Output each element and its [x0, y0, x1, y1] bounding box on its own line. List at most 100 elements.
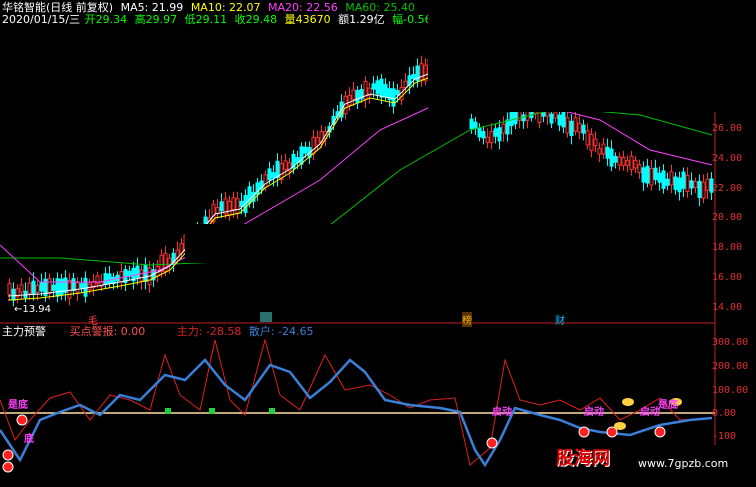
- candle-body: [617, 156, 622, 166]
- signal-label: 是底: [658, 400, 678, 411]
- gold-marker: [622, 398, 634, 406]
- candle-body: [477, 127, 482, 138]
- candle-body: [403, 80, 408, 89]
- candle-body: [75, 282, 80, 293]
- candle-body: [637, 164, 642, 173]
- candle-body: [493, 128, 498, 137]
- candle-body: [375, 80, 380, 95]
- candle-body: [67, 280, 72, 299]
- candle-body: [705, 178, 710, 191]
- candle-body: [47, 278, 52, 294]
- event-tag[interactable]: 榜: [462, 312, 472, 327]
- candle-body: [665, 178, 670, 186]
- buy-alert-readout: 买点警报: 0.00: [69, 325, 146, 338]
- candle-body: [489, 131, 494, 144]
- price-tick: 18.00: [712, 242, 743, 253]
- low-readout: 低29.11: [184, 13, 228, 26]
- candle-body: [685, 174, 690, 192]
- red-dot-marker: [16, 414, 28, 426]
- candle-body: [271, 172, 276, 179]
- candle-body: [505, 119, 510, 135]
- candle-body: [597, 148, 602, 155]
- candle-body: [669, 171, 674, 186]
- amount-readout: 额1.29亿: [338, 13, 385, 26]
- candle-body: [485, 136, 490, 143]
- indicator-tick: 0.00: [712, 408, 737, 419]
- candle-body: [593, 138, 598, 147]
- indicator-tick: 300.00: [712, 337, 749, 348]
- signal-label: 启动: [640, 407, 660, 418]
- candle-body: [355, 90, 360, 104]
- candle-body: [561, 109, 566, 128]
- indicator-name[interactable]: 主力预警: [2, 325, 46, 338]
- candle-body: [577, 122, 582, 133]
- candle-body: [549, 113, 554, 124]
- candle-body: [27, 282, 32, 294]
- redacted-area-middle: [185, 224, 568, 263]
- candle-body: [299, 146, 304, 165]
- signal-label: 底: [24, 434, 34, 445]
- event-tag-icon[interactable]: [260, 312, 272, 322]
- candle-body: [557, 114, 562, 126]
- price-tick: 24.00: [712, 153, 743, 164]
- signal-label: 是底: [8, 400, 28, 411]
- candle-body: [573, 117, 578, 132]
- candle-body: [379, 78, 384, 98]
- candle-body: [673, 176, 678, 190]
- candle-body: [621, 156, 626, 166]
- candle-body: [7, 282, 12, 295]
- price-tick: 14.00: [712, 302, 743, 313]
- price-tick: 22.00: [712, 183, 743, 194]
- red-dot-marker: [2, 461, 14, 473]
- candle-body: [315, 137, 320, 146]
- candle-body: [497, 127, 502, 142]
- volume-readout: 量43670: [284, 13, 331, 26]
- candle-body: [689, 180, 694, 189]
- candle-body: [311, 136, 316, 155]
- candle-body: [395, 90, 400, 96]
- candle-body: [697, 180, 702, 198]
- low-price-marker: ←13.94: [14, 304, 52, 315]
- candle-body: [521, 114, 526, 122]
- candle-body: [391, 88, 396, 107]
- price-tick: 20.00: [712, 212, 743, 223]
- indicator-tick: 100.00: [712, 385, 749, 396]
- candle-body: [383, 84, 388, 98]
- event-tag[interactable]: 财: [555, 312, 565, 327]
- candle-body: [565, 117, 570, 134]
- open-readout: 开29.34: [84, 13, 128, 26]
- watermark-url: www.7gpzb.com: [638, 457, 729, 470]
- candle-body: [601, 143, 606, 155]
- watermark-logo: 股海网: [556, 448, 610, 469]
- retail-readout: 散户: -24.65: [248, 325, 314, 338]
- high-readout: 高29.97: [134, 13, 178, 26]
- candle-body: [51, 284, 56, 291]
- candle-body: [235, 198, 240, 214]
- candle-body: [633, 159, 638, 169]
- candle-body: [135, 265, 140, 278]
- ma10-line: [7, 77, 429, 301]
- candle-body: [613, 155, 618, 163]
- candle-body: [219, 201, 224, 212]
- candle-body: [501, 123, 506, 134]
- candle-body: [693, 181, 698, 189]
- candle-body: [605, 146, 610, 159]
- candle-body: [661, 170, 666, 189]
- indicator-tick: 200.00: [712, 361, 749, 372]
- candle-body: [347, 95, 352, 106]
- candle-body: [681, 171, 686, 189]
- candle-body: [35, 284, 40, 294]
- candle-body: [351, 89, 356, 100]
- main-force-readout: 主力: -28.58: [176, 325, 242, 338]
- indicator-header: 主力预警 买点警报: 0.00 主力: -28.58 散户: -24.65: [2, 325, 318, 338]
- red-dot-marker: [578, 426, 590, 438]
- candle-body: [569, 120, 574, 137]
- candle-body: [585, 130, 590, 146]
- price-tick: 26.00: [712, 123, 743, 134]
- candle-body: [701, 181, 706, 199]
- candle-body: [227, 200, 232, 216]
- candle-body: [71, 278, 76, 291]
- signal-label: 启动: [584, 407, 604, 418]
- candle-body: [641, 167, 646, 183]
- candle-body: [677, 177, 682, 193]
